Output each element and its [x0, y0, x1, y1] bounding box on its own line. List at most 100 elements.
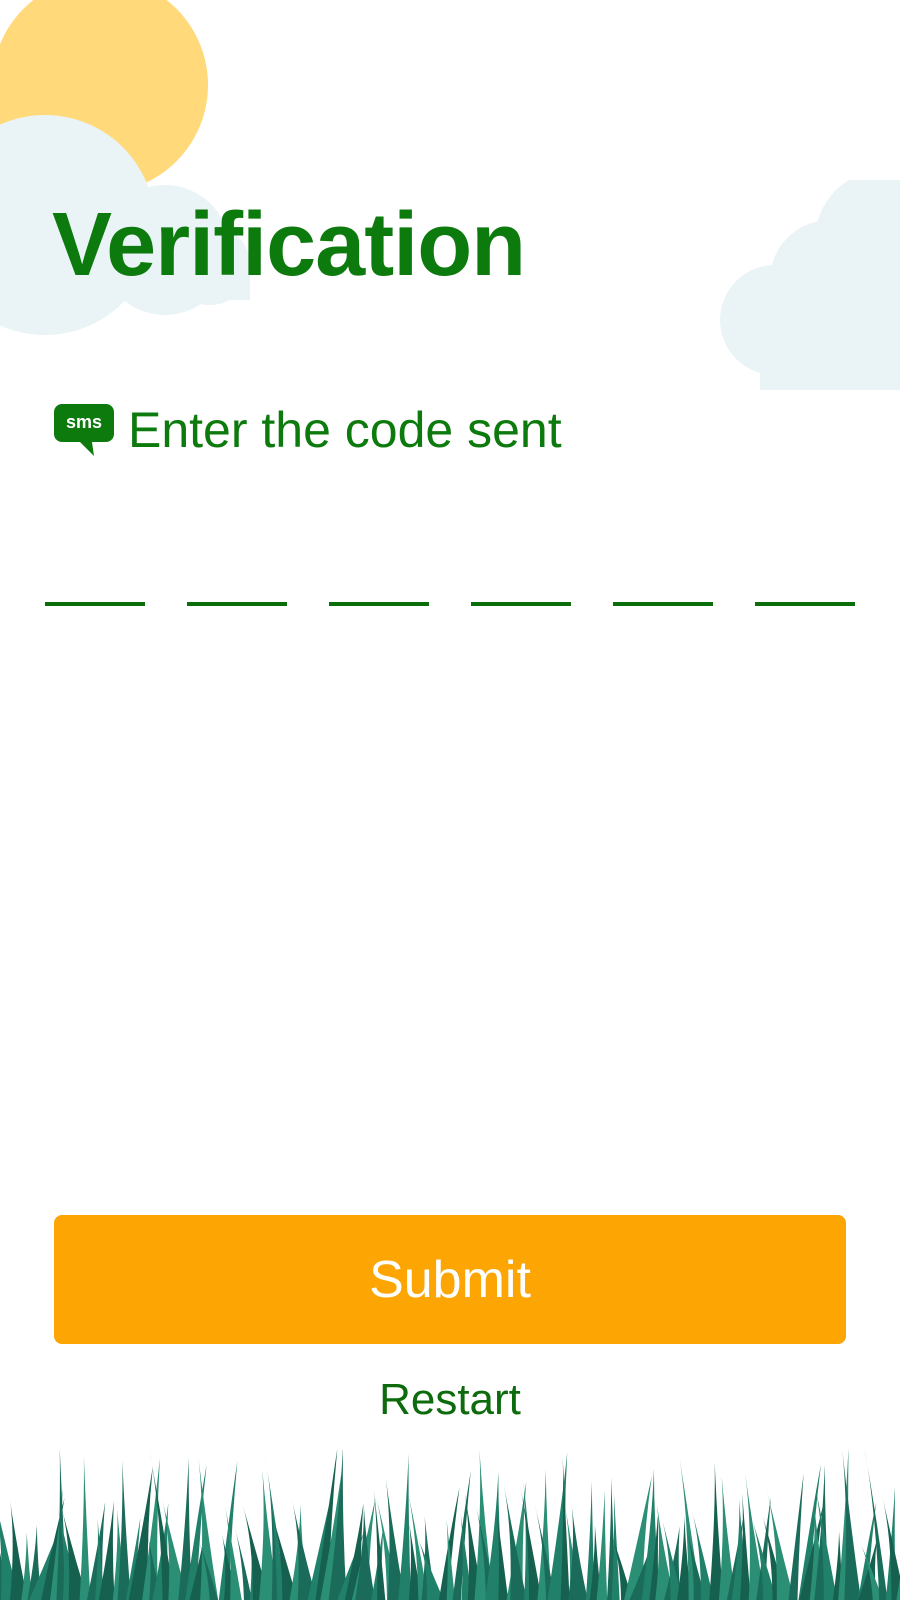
grass-blade: [112, 1509, 127, 1600]
grass-blade: [678, 1450, 701, 1600]
grass-blade: [649, 1510, 659, 1600]
grass-blade: [249, 1531, 260, 1600]
sms-icon-label: sms: [66, 412, 102, 432]
grass-blade: [218, 1461, 238, 1600]
grass-blade: [351, 1497, 376, 1600]
grass-blade: [95, 1518, 105, 1600]
grass-blade: [610, 1530, 633, 1600]
restart-link[interactable]: Restart: [0, 1375, 900, 1425]
grass-blade: [756, 1496, 771, 1600]
grass-blade: [624, 1476, 652, 1600]
grass-blade: [185, 1464, 207, 1600]
grass-blade: [474, 1450, 494, 1600]
grass-blade: [589, 1525, 602, 1600]
grass-blade: [629, 1539, 654, 1600]
grass-blade: [385, 1477, 405, 1600]
grass-blade: [745, 1474, 766, 1600]
grass-blade: [520, 1486, 542, 1600]
grass-blade: [374, 1491, 400, 1600]
grass-blade: [537, 1469, 552, 1600]
grass-blade: [371, 1525, 384, 1600]
grass-blade: [291, 1499, 317, 1600]
grass-blade: [896, 1578, 900, 1600]
submit-button[interactable]: Submit: [54, 1215, 846, 1344]
sms-icon: sms: [54, 404, 114, 456]
grass-illustration: [0, 1450, 900, 1600]
grass-blade: [718, 1476, 736, 1600]
grass-blade: [842, 1450, 861, 1600]
grass-blade: [189, 1525, 207, 1600]
grass-blade: [398, 1453, 412, 1600]
grass-blade: [832, 1531, 844, 1600]
grass-blade: [315, 1450, 338, 1600]
grass-blade: [485, 1471, 505, 1600]
grass-blade: [691, 1508, 714, 1600]
grass-blade: [474, 1500, 497, 1600]
grass-blade: [307, 1492, 332, 1600]
grass-blade: [799, 1503, 824, 1600]
grass-blade: [0, 1520, 20, 1600]
grass-blade: [661, 1516, 683, 1600]
grass-blade: [452, 1470, 471, 1600]
grass-blade: [197, 1536, 218, 1600]
code-digit-input-5[interactable]: [613, 530, 713, 606]
grass-blade: [50, 1487, 63, 1600]
grass-blade: [259, 1469, 279, 1600]
code-digit-input-6[interactable]: [755, 530, 855, 606]
grass-blade: [241, 1500, 270, 1600]
grass-blade: [677, 1515, 692, 1600]
code-digit-input-1[interactable]: [45, 530, 145, 606]
grass-blade: [408, 1523, 422, 1600]
grass-blade: [21, 1532, 33, 1600]
grass-blade: [503, 1484, 527, 1600]
grass-blade: [178, 1457, 192, 1600]
grass-blade: [726, 1516, 744, 1600]
instruction-text: Enter the code sent: [128, 402, 562, 458]
code-digit-input-2[interactable]: [187, 530, 287, 606]
code-digit-input-3[interactable]: [329, 530, 429, 606]
grass-blade: [406, 1486, 429, 1600]
grass-blade: [222, 1535, 238, 1600]
grass-blade: [142, 1458, 160, 1600]
grass-blade: [86, 1501, 106, 1600]
grass-blade: [685, 1526, 706, 1600]
grass-blade: [885, 1486, 896, 1600]
grass-blade: [798, 1464, 822, 1600]
grass-blade: [264, 1456, 287, 1600]
grass-blade: [438, 1487, 460, 1600]
grass-blade: [337, 1532, 364, 1600]
grass-blade: [61, 1506, 88, 1600]
code-digit-input-4[interactable]: [471, 530, 571, 606]
grass-blade: [10, 1500, 28, 1600]
grass-blade: [328, 1450, 347, 1600]
grass-blade: [749, 1513, 777, 1600]
grass-blade: [198, 1457, 219, 1600]
grass-blade: [344, 1502, 364, 1600]
grass-blade: [809, 1500, 828, 1600]
grass-blade: [148, 1537, 162, 1600]
grass-blade: [560, 1457, 570, 1600]
grass-blade: [788, 1473, 804, 1600]
grass-blade: [506, 1481, 527, 1600]
grass-blade: [611, 1493, 620, 1600]
grass-blade: [421, 1516, 436, 1600]
grass-blade: [29, 1535, 57, 1600]
grass-blade: [565, 1507, 581, 1600]
grass-blade: [814, 1464, 830, 1600]
grass-blade: [41, 1497, 65, 1600]
grass-blade: [27, 1524, 42, 1600]
grass-blade: [152, 1502, 170, 1600]
grass-blade: [373, 1489, 386, 1600]
grass-blade: [731, 1499, 751, 1600]
grass-blade: [585, 1481, 595, 1600]
grass-blade: [882, 1494, 900, 1600]
grass-blade: [355, 1504, 376, 1600]
sun-cloud-illustration: [0, 0, 250, 335]
grass-blade: [596, 1490, 608, 1600]
grass-blade: [606, 1477, 617, 1600]
sun-shape: [0, 0, 208, 193]
grass-blade: [161, 1498, 189, 1600]
grass-blade: [57, 1508, 81, 1600]
grass-blade: [225, 1506, 242, 1600]
grass-blade: [320, 1473, 342, 1600]
